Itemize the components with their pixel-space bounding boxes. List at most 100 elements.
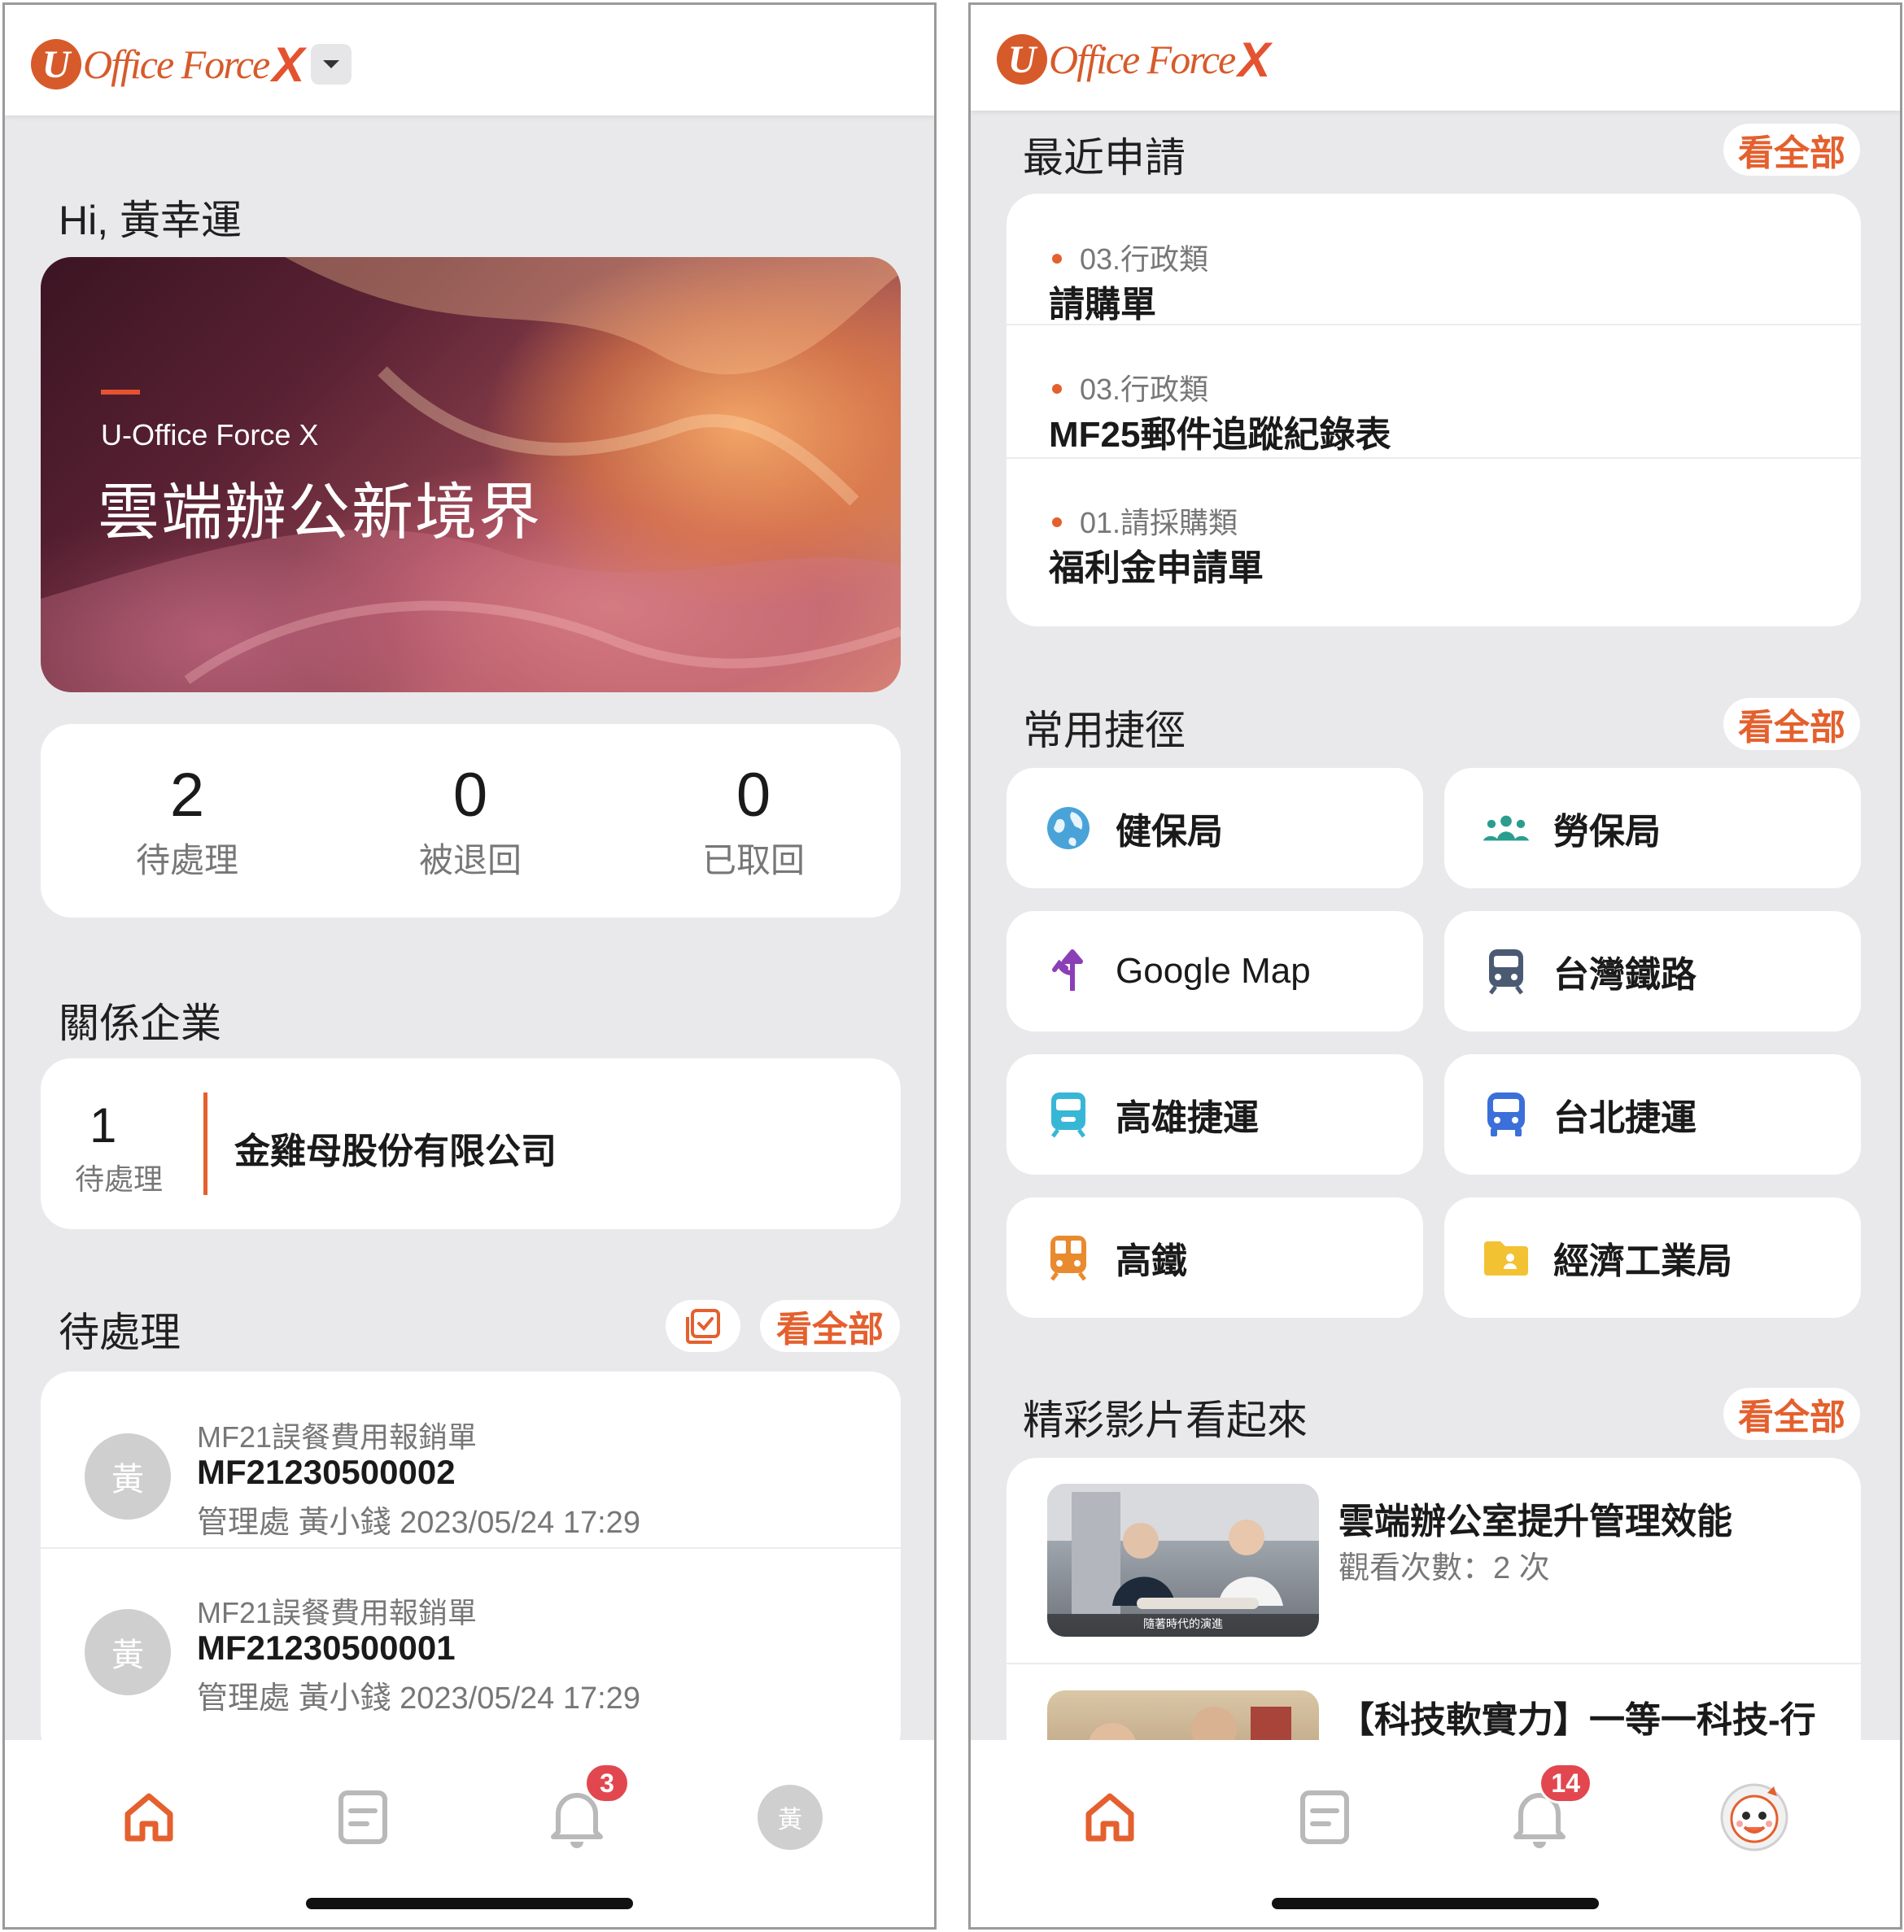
videos-title: 精彩影片看起來 [1023,1398,1308,1443]
shortcut-label: 台灣鐵路 [1553,955,1697,995]
right-phone-screen: U Office Force X 最近申請 看全部 03.行政類 請購單 03.… [968,2,1902,1930]
chevron-down-icon[interactable] [311,44,352,85]
top-bar: U Office Force X [971,5,1900,111]
shortcut-bli[interactable]: 勞保局 [1444,768,1861,888]
home-indicator [1272,1898,1599,1909]
checklist-icon [686,1309,720,1344]
logo-x: X [272,37,305,92]
logo-mark: U [997,34,1047,85]
stats-card: 2 待處理 0 被退回 0 已取回 [41,724,901,918]
train-icon [1482,947,1531,996]
nav-home[interactable] [112,1781,186,1854]
shortcut-taipei-metro[interactable]: 台北捷運 [1444,1054,1861,1175]
form-name: 請購單 [1049,285,1156,325]
list-item[interactable]: 黃 MF21誤餐費用報銷單 MF21230500001 管理處 黃小錢 2023… [41,1549,901,1726]
pending-view-all-button[interactable]: 看全部 [760,1300,900,1352]
hero-title: 雲端辦公新境界 [98,478,542,547]
home-icon [1085,1793,1134,1842]
folder-icon [1482,1233,1531,1282]
batch-approve-button[interactable] [666,1300,740,1352]
top-bar: U Office Force X [5,5,934,116]
affiliates-title: 關係企業 [59,1001,221,1046]
affiliate-pending-count: 1 [90,1098,117,1153]
affiliate-card[interactable]: 1 待處理 金雞母股份有限公司 [41,1058,901,1229]
pending-title: 待處理 [59,1310,181,1355]
stat-value: 0 [736,761,771,830]
list-item[interactable]: 黃 MF21誤餐費用報銷單 MF21230500002 管理處 黃小錢 2023… [41,1372,901,1549]
form-id: MF21230500002 [197,1453,456,1491]
shortcuts-title: 常用捷徑 [1023,708,1186,753]
stat-value: 0 [452,761,488,830]
avatar: 黃 [758,1785,823,1850]
shortcut-google-map[interactable]: Google Map [1007,911,1423,1031]
stat-returned[interactable]: 0 被退回 [373,765,568,883]
logo: U Office Force X [997,31,1270,88]
shortcut-tra[interactable]: 台灣鐵路 [1444,911,1861,1031]
document-icon [1300,1790,1349,1844]
stat-withdrawn[interactable]: 0 已取回 [656,765,851,883]
greeting: Hi, 黃幸運 [59,198,242,243]
form-category: 03.行政類 [1080,373,1209,406]
form-type: MF21誤餐費用報銷單 [197,1420,478,1454]
recent-list: 03.行政類 請購單 03.行政類 MF25郵件追蹤紀錄表 01.請採購類 福利… [1007,194,1861,626]
hero-accent-bar [101,390,140,395]
logo-text: Office Force [83,41,270,87]
shortcut-label: 健保局 [1116,812,1223,852]
shortcut-label: 勞保局 [1553,812,1661,852]
shortcut-nhi[interactable]: 健保局 [1007,768,1423,888]
nav-forms[interactable] [1288,1781,1361,1854]
pending-list: 黃 MF21誤餐費用報銷單 MF21230500002 管理處 黃小錢 2023… [41,1372,901,1762]
people-icon [1482,804,1531,853]
stat-label: 被退回 [418,841,522,879]
nav-notifications[interactable]: 14 [1503,1763,1592,1854]
shortcut-hsr[interactable]: 高鐵 [1007,1197,1423,1318]
nav-profile[interactable]: 黃 [753,1781,827,1854]
notification-badge: 14 [1539,1763,1592,1803]
rail-icon [1044,1233,1093,1282]
left-phone-screen: U Office Force X Hi, 黃幸運 U-Office Force … [2,2,937,1930]
home-icon [124,1793,173,1842]
shortcut-kaohsiung-metro[interactable]: 高雄捷運 [1007,1054,1423,1175]
video-thumbnail: 隨著時代的演進 [1047,1484,1319,1637]
stat-label: 待處理 [135,841,238,879]
hero-banner[interactable]: U-Office Force X 雲端辦公新境界 [41,257,901,692]
mascot-avatar-icon [1720,1783,1788,1851]
nav-home[interactable] [1073,1781,1146,1854]
bus-icon [1482,1090,1531,1139]
affiliate-company-name: 金雞母股份有限公司 [234,1132,557,1171]
avatar: 黃 [85,1433,171,1520]
shortcut-label: 高鐵 [1116,1241,1187,1281]
logo-text: Office Force [1049,37,1236,82]
recent-view-all-button[interactable]: 看全部 [1723,124,1860,176]
stat-pending[interactable]: 2 待處理 [90,765,285,883]
directions-icon [1044,947,1093,996]
shortcut-label: Google Map [1116,951,1311,991]
shortcuts-view-all-button[interactable]: 看全部 [1723,698,1860,750]
company-switcher[interactable]: U Office Force X [31,36,352,93]
list-item[interactable]: 01.請採購類 福利金申請單 [1007,460,1861,592]
form-meta: 管理處 黃小錢 2023/05/24 17:29 [197,1506,640,1540]
avatar: 黃 [85,1609,171,1695]
nav-forms[interactable] [326,1781,400,1854]
nav-profile[interactable] [1718,1781,1791,1854]
bullet [1052,254,1062,264]
divider [203,1092,207,1195]
video-item[interactable]: 隨著時代的演進 雲端辦公室提升管理效能 觀看次數：2 次 [1007,1458,1861,1664]
affiliate-pending-label: 待處理 [75,1162,164,1196]
recent-title: 最近申請 [1023,135,1186,181]
form-name: 福利金申請單 [1049,548,1264,588]
bullet [1052,517,1062,527]
form-id: MF21230500001 [197,1629,456,1667]
globe-icon [1044,804,1093,853]
list-item[interactable]: 03.行政類 MF25郵件追蹤紀錄表 [1007,327,1861,459]
list-item[interactable]: 03.行政類 請購單 [1007,194,1861,325]
document-icon [338,1790,387,1844]
hero-subtitle: U-Office Force X [101,418,319,451]
stat-value: 2 [169,761,205,830]
nav-notifications[interactable]: 3 [540,1763,630,1854]
shortcut-label: 高雄捷運 [1116,1098,1259,1138]
form-category: 01.請採購類 [1080,506,1238,539]
shortcut-moeaidb[interactable]: 經濟工業局 [1444,1197,1861,1318]
videos-view-all-button[interactable]: 看全部 [1723,1388,1860,1440]
form-category: 03.行政類 [1080,242,1209,276]
